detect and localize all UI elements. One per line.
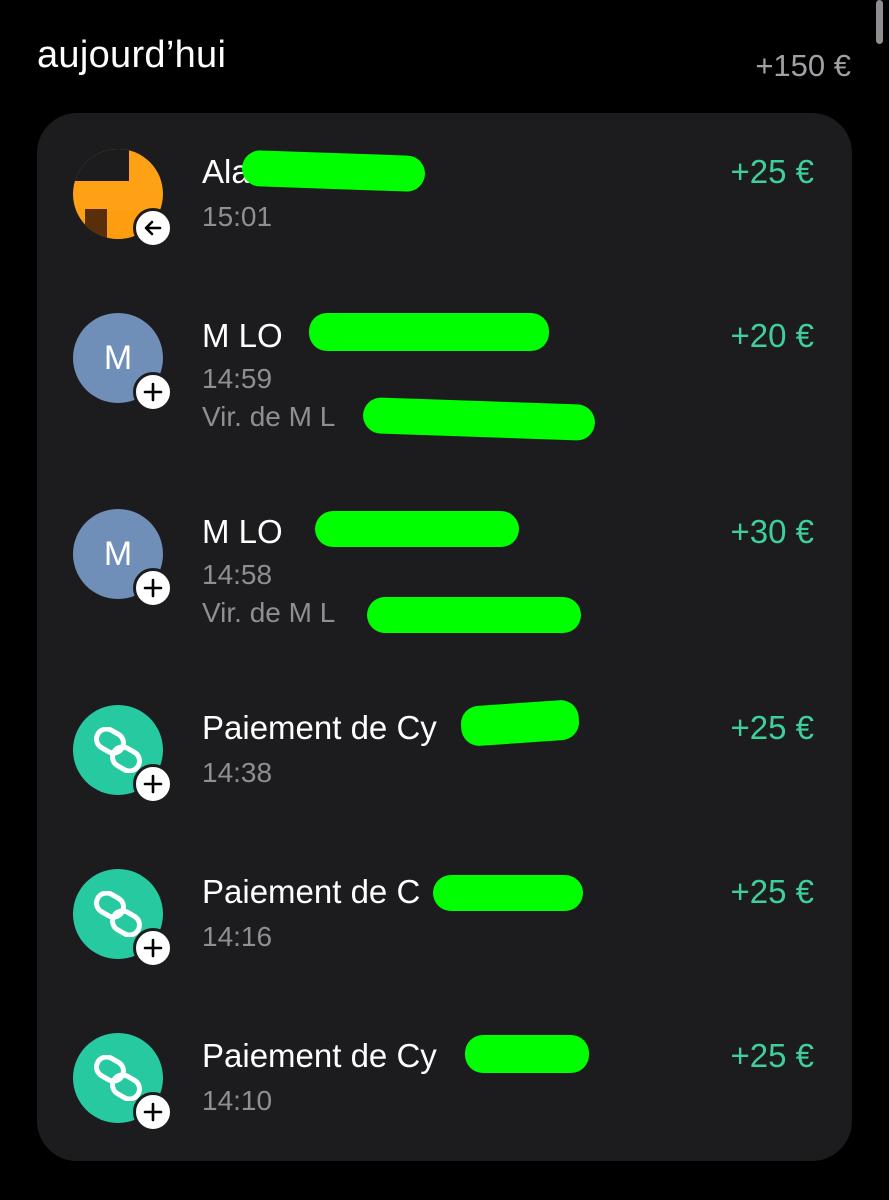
transaction-amount: +25 €: [730, 709, 815, 746]
transaction-name: M LO: [202, 317, 283, 354]
transaction-name: Paiement de Cy: [202, 709, 437, 746]
section-title: aujourd’hui: [37, 34, 227, 76]
transaction-row[interactable]: Alai 15:01 +25 €: [37, 113, 852, 263]
redaction-mark: [309, 313, 549, 351]
transaction-row[interactable]: M M LO 14:59 Vir. de M L +20 €: [37, 277, 852, 442]
redaction-mark: [465, 1035, 589, 1073]
transaction-name: M LO: [202, 513, 283, 550]
transaction-amount: +30 €: [730, 513, 815, 550]
plus-icon: [133, 568, 173, 608]
transaction-row[interactable]: Paiement de Cy 14:10 +25 €: [37, 997, 852, 1147]
transaction-time: 14:10: [202, 1085, 273, 1116]
transactions-card: Alai 15:01 +25 € M M LO 14:59 Vir. de M …: [37, 113, 852, 1161]
transaction-amount: +25 €: [730, 1037, 815, 1074]
redaction-mark: [241, 149, 426, 193]
transaction-time: 14:16: [202, 921, 273, 952]
transaction-row[interactable]: M M LO 14:58 Vir. de M L +30 €: [37, 473, 852, 633]
transaction-time: 14:59: [202, 363, 273, 394]
scrollbar[interactable]: [876, 0, 883, 44]
plus-icon: [133, 928, 173, 968]
transaction-reference: Vir. de M L: [202, 401, 336, 432]
transaction-time: 14:58: [202, 559, 273, 590]
transaction-time: 14:38: [202, 757, 273, 788]
redaction-mark: [459, 698, 581, 748]
plus-icon: [133, 764, 173, 804]
redaction-mark: [367, 597, 581, 633]
transaction-name: Paiement de C: [202, 873, 421, 910]
redaction-mark: [315, 511, 519, 547]
transaction-reference: Vir. de M L: [202, 597, 336, 628]
transaction-amount: +20 €: [730, 317, 815, 354]
transaction-row[interactable]: Paiement de C 14:16 +25 €: [37, 833, 852, 983]
section-total: +150 €: [755, 48, 851, 83]
arrow-left-icon: [133, 208, 173, 248]
transaction-amount: +25 €: [730, 873, 815, 910]
redaction-mark: [433, 875, 583, 911]
transaction-name: Paiement de Cy: [202, 1037, 437, 1074]
redaction-mark: [362, 396, 596, 442]
transaction-row[interactable]: Paiement de Cy 14:38 +25 €: [37, 669, 852, 819]
plus-icon: [133, 372, 173, 412]
plus-icon: [133, 1092, 173, 1132]
transaction-amount: +25 €: [730, 153, 815, 190]
transaction-time: 15:01: [202, 201, 273, 232]
